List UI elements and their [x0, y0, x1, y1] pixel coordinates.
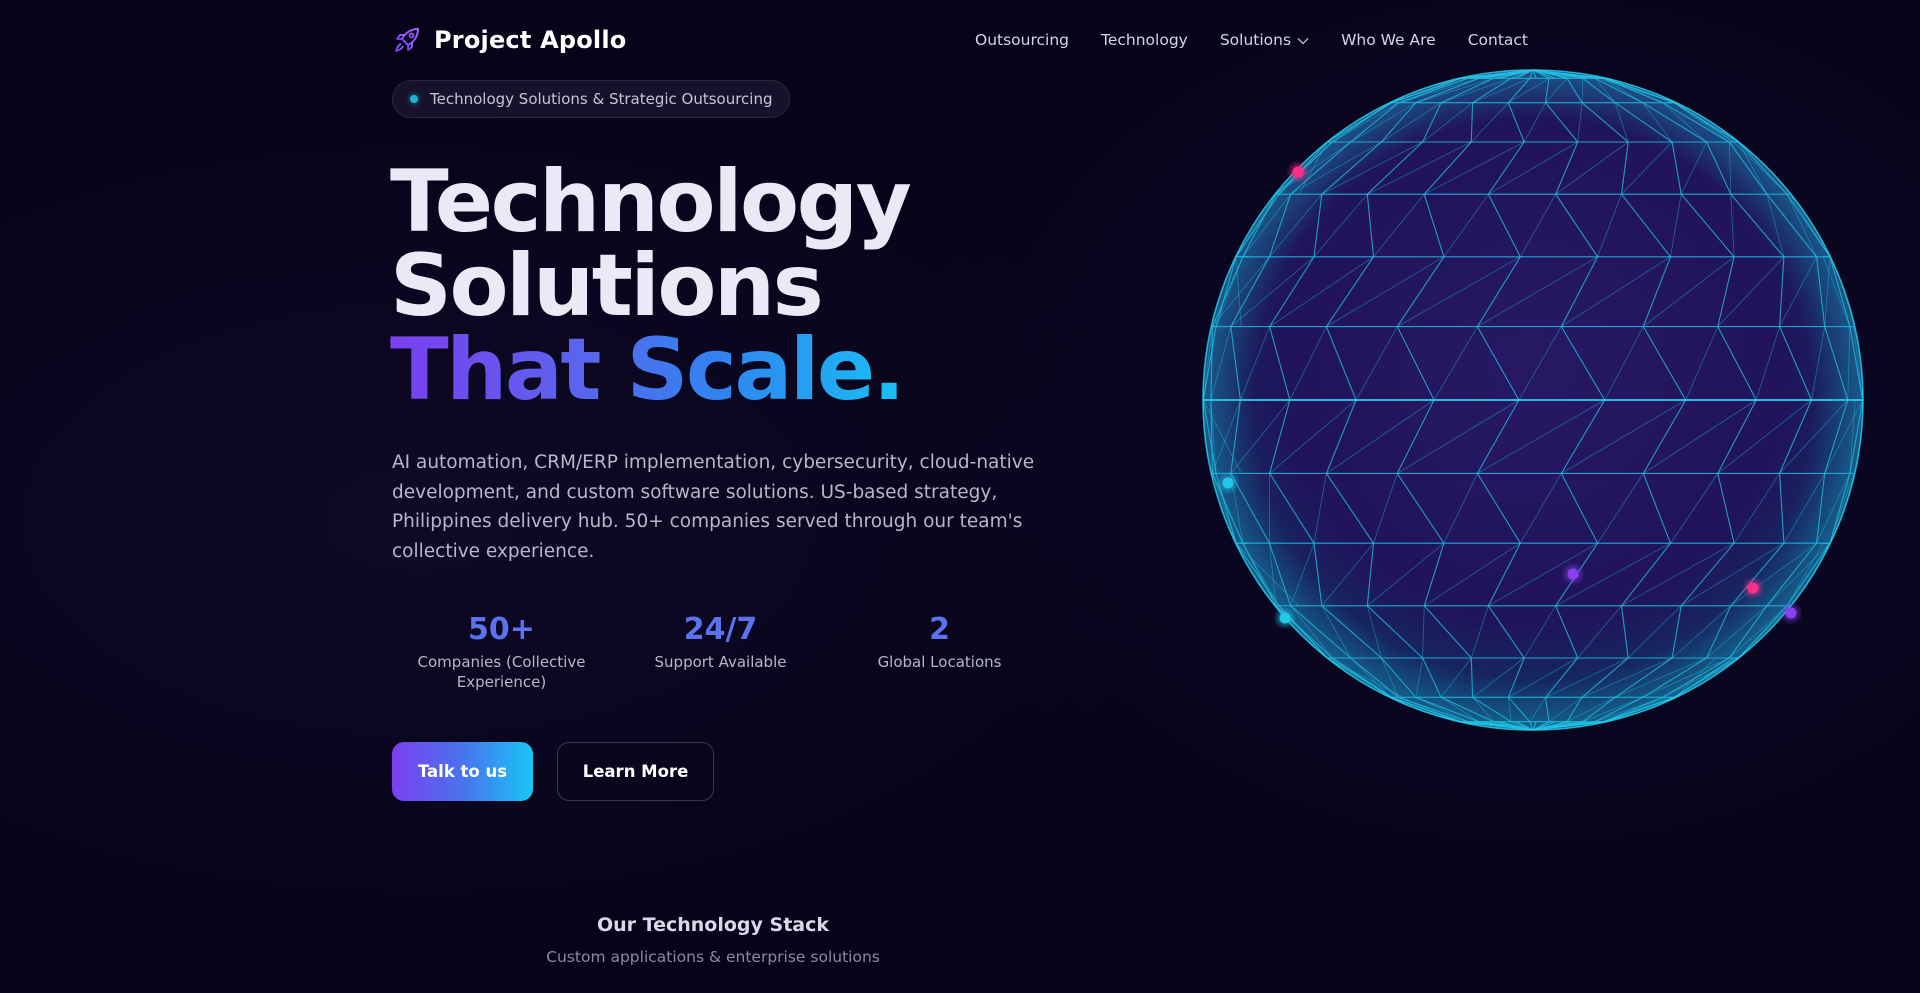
headline-line-2: Solutions — [390, 236, 824, 336]
nav-link-label: Outsourcing — [975, 31, 1070, 49]
headline-line-3-gradient: That Scale. — [390, 327, 909, 413]
brand-logo-link[interactable]: Project Apollo — [392, 25, 626, 55]
chevron-down-icon — [1297, 31, 1309, 49]
stats-row: 50+ Companies (Collective Experience) 24… — [392, 610, 1049, 692]
hero-description: AI automation, CRM/ERP implementation, c… — [392, 452, 1035, 562]
nav-link-contact[interactable]: Contact — [1468, 31, 1528, 49]
stat-label: Support Available — [654, 653, 787, 671]
globe-svg — [1202, 69, 1864, 731]
nav-link-label: Who We Are — [1341, 31, 1436, 49]
globe-marker — [1785, 607, 1797, 619]
talk-to-us-button[interactable]: Talk to us — [392, 742, 533, 801]
hero-headline: Technology Solutions That Scale. — [390, 152, 912, 413]
nav-link-technology[interactable]: Technology — [1101, 31, 1188, 49]
hero-badge: Technology Solutions & Strategic Outsour… — [392, 80, 790, 118]
stat-value: 2 — [929, 612, 950, 647]
globe-marker — [1222, 477, 1234, 489]
globe-marker — [1567, 568, 1579, 580]
stat-value: 24/7 — [683, 612, 758, 647]
stat-item: 50+ Companies (Collective Experience) — [392, 610, 611, 692]
nav-link-solutions[interactable]: Solutions — [1220, 31, 1309, 49]
globe-marker — [1292, 166, 1304, 178]
headline-line-1: Technology — [390, 152, 912, 252]
nav-link-outsourcing[interactable]: Outsourcing — [975, 31, 1069, 49]
nav-link-label: Technology — [1101, 31, 1188, 49]
nav-links: Outsourcing Technology Solutions Who We … — [975, 31, 1528, 49]
stat-value: 50+ — [468, 612, 535, 647]
tech-stack-subtitle: Custom applications & enterprise solutio… — [546, 948, 880, 966]
nav-link-label: Solutions — [1219, 31, 1292, 49]
globe-marker — [1747, 582, 1759, 594]
stat-item: 24/7 Support Available — [611, 610, 830, 692]
status-dot-icon — [410, 95, 418, 103]
rocket-icon — [392, 25, 422, 55]
stat-label: Companies (Collective Experience) — [417, 653, 586, 691]
stat-item: 2 Global Locations — [830, 610, 1049, 692]
stat-label: Global Locations — [877, 653, 1002, 671]
nav-link-who-we-are[interactable]: Who We Are — [1341, 31, 1436, 49]
learn-more-button[interactable]: Learn More — [557, 742, 714, 801]
nav-link-label: Contact — [1467, 31, 1528, 49]
globe-marker — [1279, 612, 1291, 624]
top-nav: Project Apollo Outsourcing Technology So… — [392, 20, 1528, 60]
tech-stack-title: Our Technology Stack — [596, 914, 829, 936]
wireframe-globe — [1190, 58, 1870, 738]
badge-text: Technology Solutions & Strategic Outsour… — [430, 90, 773, 108]
brand-name: Project Apollo — [434, 26, 627, 54]
